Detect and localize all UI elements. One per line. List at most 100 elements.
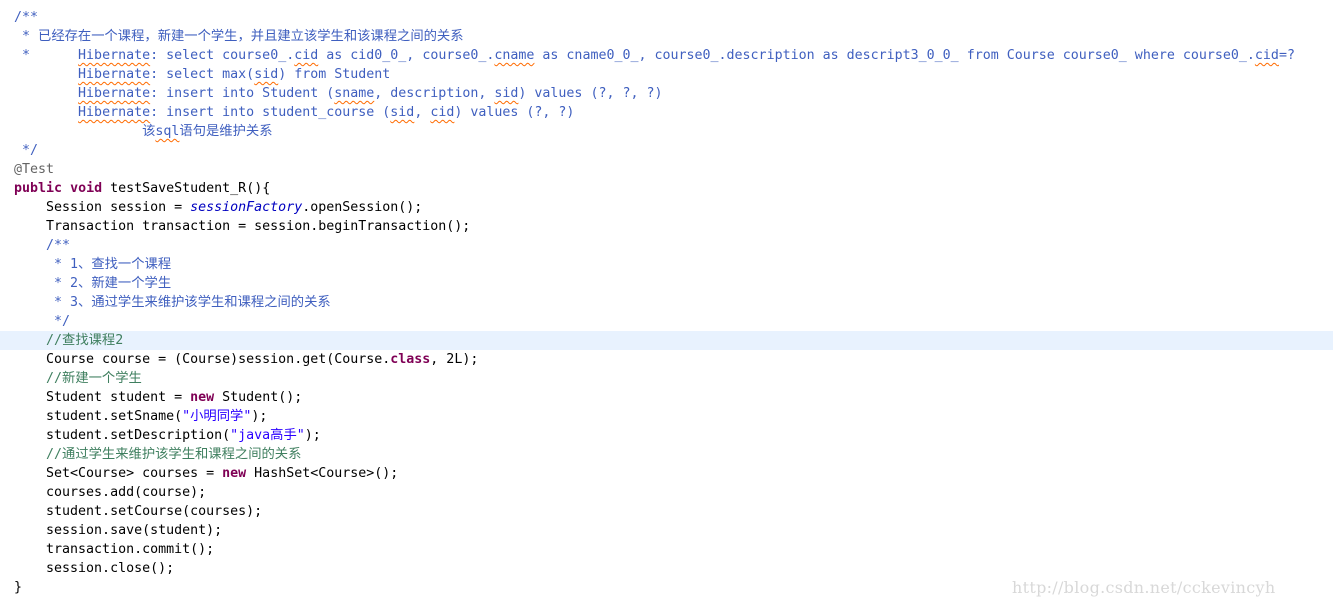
code-line[interactable]: */ [0, 141, 1333, 160]
code-line[interactable]: //新建一个学生 [0, 369, 1333, 388]
code-line[interactable]: * Hibernate: select course0_.cid as cid0… [0, 46, 1333, 65]
code-token: sname [334, 86, 375, 101]
code-line[interactable]: /** [0, 236, 1333, 255]
code-token: cid [1254, 48, 1279, 63]
code-token: , description, [374, 86, 495, 101]
code-token: /** [14, 238, 71, 253]
code-token: ) from Student [278, 67, 391, 82]
code-token: .openSession(); [302, 200, 423, 215]
watermark: http://blog.csdn.net/cckevincyh [1012, 578, 1276, 597]
code-line[interactable]: transaction.commit(); [0, 540, 1333, 559]
code-line[interactable]: Transaction transaction = session.beginT… [0, 217, 1333, 236]
code-token: "java高手" [230, 428, 305, 443]
code-token: //通过学生来维护该学生和课程之间的关系 [14, 447, 302, 462]
code-token: * 2、新建一个学生 [14, 276, 172, 291]
code-token: Set<Course> courses = [14, 466, 223, 481]
code-token: : select max( [150, 67, 255, 82]
code-line[interactable]: session.close(); [0, 559, 1333, 578]
code-token: sid [254, 67, 279, 82]
code-token: * 1、查找一个课程 [14, 257, 172, 272]
code-token: 该 [14, 124, 156, 139]
code-line[interactable]: student.setDescription("java高手"); [0, 426, 1333, 445]
code-line[interactable]: //通过学生来维护该学生和课程之间的关系 [0, 445, 1333, 464]
code-line[interactable]: courses.add(course); [0, 483, 1333, 502]
code-token: ); [304, 428, 321, 443]
code-token: public [14, 181, 63, 196]
code-line[interactable]: * 已经存在一个课程，新建一个学生，并且建立该学生和该课程之间的关系 [0, 27, 1333, 46]
code-token: : insert into Student ( [150, 86, 335, 101]
code-token: //新建一个学生 [14, 371, 142, 386]
code-token: Student student = [14, 390, 191, 405]
code-token: cname [494, 48, 535, 63]
code-line[interactable]: Hibernate: insert into Student (sname, d… [0, 84, 1333, 103]
code-line[interactable]: Hibernate: select max(sid) from Student [0, 65, 1333, 84]
code-token: sid [494, 86, 519, 101]
code-token: new [190, 390, 215, 405]
code-token: as cid0_0_, course0_. [318, 48, 495, 63]
code-token: 语句是维护关系 [179, 124, 273, 139]
code-token: * 3、通过学生来维护该学生和课程之间的关系 [14, 295, 331, 310]
code-token: cid [430, 105, 455, 120]
code-token: =? [1278, 48, 1295, 63]
code-token: HashSet<Course>(); [246, 466, 399, 481]
code-token: Hibernate [78, 48, 151, 63]
code-line[interactable]: * 1、查找一个课程 [0, 255, 1333, 274]
code-token: session.save(student); [14, 523, 223, 538]
code-token: Session session = [14, 200, 191, 215]
code-token: , [414, 105, 431, 120]
code-token: */ [14, 143, 39, 158]
code-line[interactable]: Set<Course> courses = new HashSet<Course… [0, 464, 1333, 483]
code-token: Hibernate [78, 67, 151, 82]
code-token: as cname0_0_, course0_.description as de… [534, 48, 1255, 63]
code-token: * 已经存在一个课程，新建一个学生，并且建立该学生和该课程之间的关系 [14, 29, 464, 44]
code-token: student.setDescription( [14, 428, 231, 443]
code-token: sql [155, 124, 180, 139]
code-line[interactable]: */ [0, 312, 1333, 331]
code-token: student.setCourse(courses); [14, 504, 263, 519]
code-line[interactable]: /** [0, 8, 1333, 27]
code-line[interactable]: @Test [0, 160, 1333, 179]
code-line[interactable]: * 2、新建一个学生 [0, 274, 1333, 293]
code-token: */ [14, 314, 71, 329]
code-token: sessionFactory [190, 200, 303, 215]
code-token: Hibernate [78, 86, 151, 101]
code-token: cid [294, 48, 319, 63]
code-line[interactable]: * 3、通过学生来维护该学生和课程之间的关系 [0, 293, 1333, 312]
code-line[interactable]: student.setCourse(courses); [0, 502, 1333, 521]
code-line[interactable]: //查找课程2 [0, 331, 1333, 350]
code-token: , 2L); [430, 352, 479, 367]
code-token: @Test [14, 162, 55, 177]
code-token: Course course = (Course)session.get(Cour… [14, 352, 391, 367]
code-token: void [70, 181, 103, 196]
code-token: courses.add(course); [14, 485, 207, 500]
code-token: testSaveStudent_R(){ [102, 181, 271, 196]
code-token: /** [14, 10, 39, 25]
code-token: : select course0_. [150, 48, 295, 63]
code-token: Student(); [214, 390, 303, 405]
code-line[interactable]: session.save(student); [0, 521, 1333, 540]
code-line[interactable]: public void testSaveStudent_R(){ [0, 179, 1333, 198]
code-token: "小明同学" [182, 409, 252, 424]
code-token: new [222, 466, 247, 481]
code-token: } [14, 580, 23, 595]
code-line[interactable]: Course course = (Course)session.get(Cour… [0, 350, 1333, 369]
code-token: session.close(); [14, 561, 175, 576]
code-line[interactable]: 该sql语句是维护关系 [0, 122, 1333, 141]
code-token: : insert into student_course ( [150, 105, 391, 120]
code-token: * [14, 48, 79, 63]
code-token: Transaction transaction = session.beginT… [14, 219, 471, 234]
code-token: ) values (?, ?) [454, 105, 575, 120]
code-token: transaction.commit(); [14, 542, 215, 557]
code-token: class [390, 352, 431, 367]
code-token: sid [390, 105, 415, 120]
code-line[interactable]: Session session = sessionFactory.openSes… [0, 198, 1333, 217]
code-token: ) values (?, ?, ?) [518, 86, 663, 101]
code-line[interactable]: Hibernate: insert into student_course (s… [0, 103, 1333, 122]
code-editor[interactable]: /** * 已经存在一个课程，新建一个学生，并且建立该学生和该课程之间的关系 *… [0, 8, 1333, 597]
code-line[interactable]: Student student = new Student(); [0, 388, 1333, 407]
code-line[interactable]: student.setSname("小明同学"); [0, 407, 1333, 426]
